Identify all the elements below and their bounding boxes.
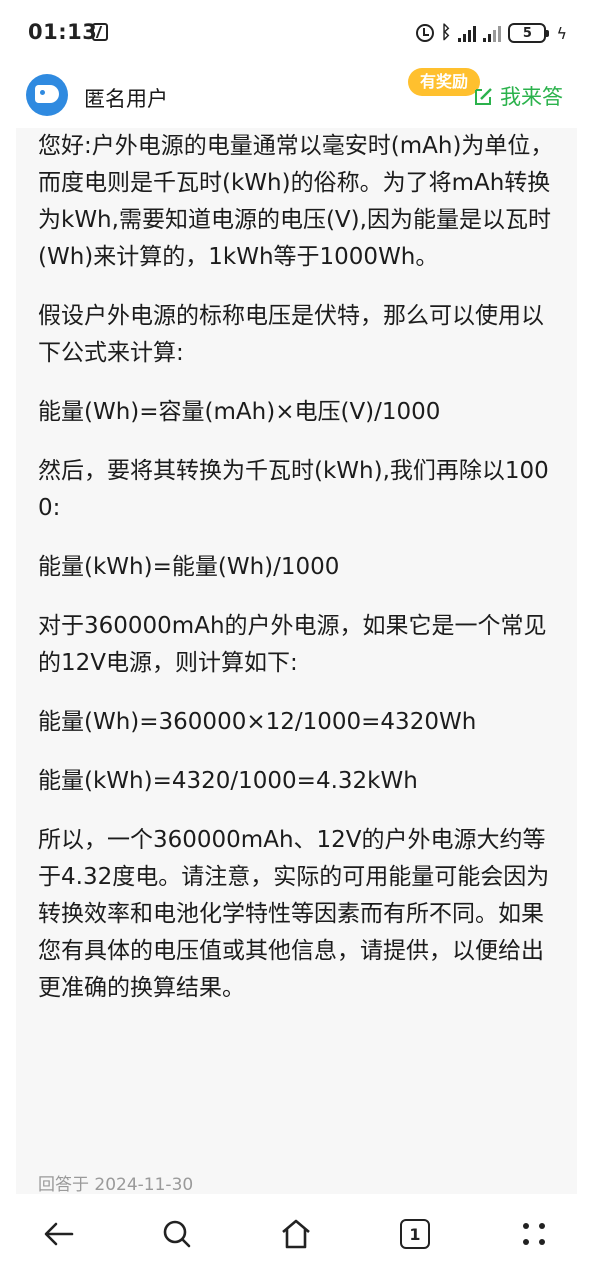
home-button[interactable] [274,1212,318,1256]
search-icon [163,1220,191,1248]
user-name[interactable]: 匿名用户 [84,83,168,113]
answer-paragraph: 能量(kWh)=能量(Wh)/1000 [38,554,340,580]
answer-paragraph: 假设户外电源的标称电压是伏特，那么可以使用以下公式来计算: [38,303,544,366]
back-arrow-icon [44,1222,74,1246]
more-button[interactable] [512,1212,556,1256]
answer-button-label: 我来答 [500,85,563,109]
edit-icon [472,85,494,107]
charging-icon: ϟ [556,23,567,43]
answer-paragraph: 能量(Wh)=容量(mAh)×电压(V)/1000 [38,399,441,425]
status-bar: 01:13 ᛒ 5 ϟ [0,0,593,68]
answer-paragraph: 能量(Wh)=360000×12/1000=4320Wh [38,709,477,735]
back-button[interactable] [37,1212,81,1256]
home-icon [282,1219,310,1249]
battery-level: 5 [522,25,532,41]
answer-header: 匿名用户 有奖励 我来答 [0,68,593,128]
avatar[interactable] [26,74,68,116]
answer-date: 回答于 2024-11-30 [38,1175,194,1194]
anonymous-avatar-icon [35,85,59,103]
answer-paragraph: 然后，要将其转换为千瓦时(kWh),我们再除以1000: [38,458,549,521]
answer-body: 您好:户外电源的电量通常以毫安时(mAh)为单位，而度电则是千瓦时(kWh)的俗… [38,128,563,1029]
status-time: 01:13 [28,20,98,44]
tabs-button[interactable]: 1 [393,1212,437,1256]
more-dots-icon [523,1223,545,1245]
answer-paragraph: 您好:户外电源的电量通常以毫安时(mAh)为单位，而度电则是千瓦时(kWh)的俗… [38,133,554,270]
alarm-icon [415,24,434,42]
bluetooth-icon: ᛒ [440,22,452,43]
bottom-nav: 1 [0,1194,593,1280]
signal-icon [458,24,477,42]
answer-button[interactable]: 我来答 [472,82,563,110]
reward-badge: 有奖励 [408,68,481,96]
nfc-icon [92,23,108,41]
answer-card: 您好:户外电源的电量通常以毫安时(mAh)为单位，而度电则是千瓦时(kWh)的俗… [16,128,577,1194]
battery-icon: 5 [508,23,550,43]
answer-paragraph: 对于360000mAh的户外电源，如果它是一个常见的12V电源，则计算如下: [38,613,547,676]
avatar-eye [40,90,45,95]
answer-paragraph: 能量(kWh)=4320/1000=4.32kWh [38,768,418,794]
status-icons: ᛒ 5 ϟ [415,20,567,46]
signal-icon-secondary [483,24,502,42]
search-button[interactable] [155,1212,199,1256]
tab-count: 1 [400,1219,430,1249]
answer-paragraph: 所以，一个360000mAh、12V的户外电源大约等于4.32度电。请注意，实际… [38,827,550,1001]
